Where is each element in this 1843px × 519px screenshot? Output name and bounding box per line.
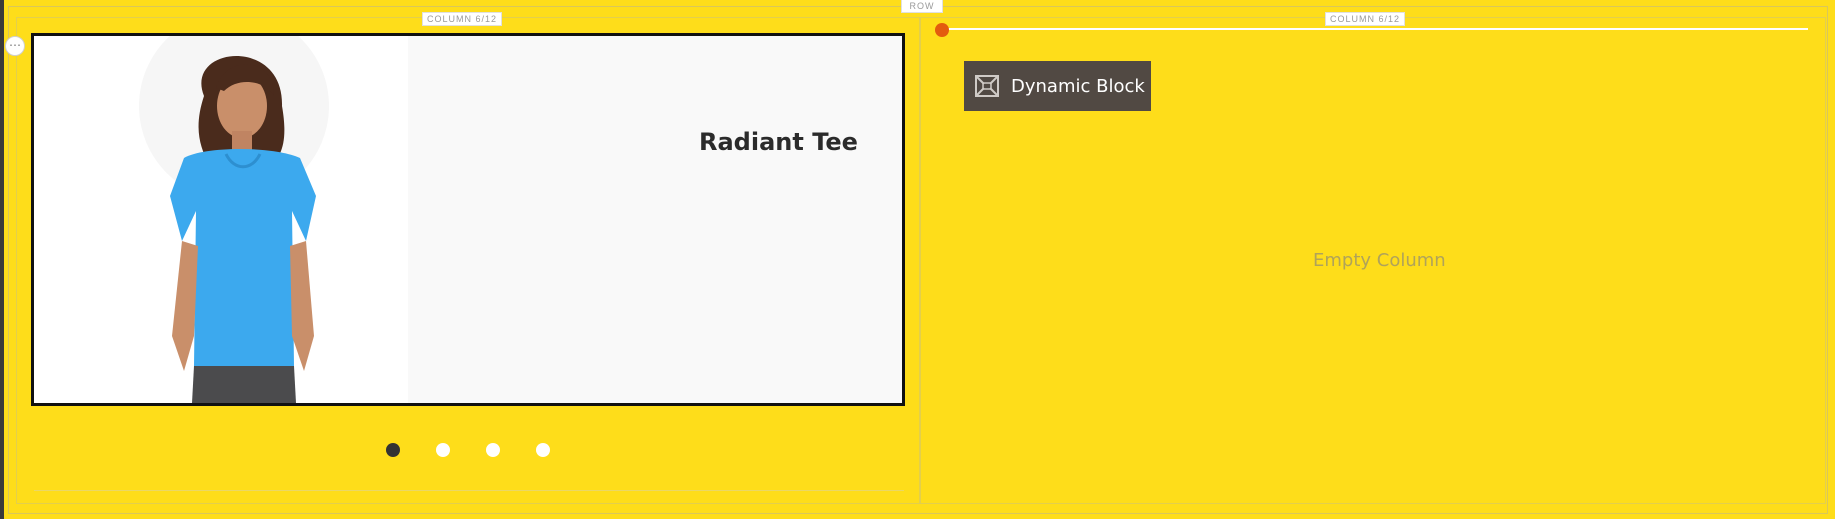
dynamic-block-button[interactable]: Dynamic Block <box>964 61 1151 111</box>
divider-line <box>34 490 904 491</box>
widget-icon <box>975 75 999 97</box>
slider-dot-2[interactable] <box>436 443 450 457</box>
slider-dot-4[interactable] <box>536 443 550 457</box>
column-resize-track[interactable] <box>940 28 1808 30</box>
slider-dot-3[interactable] <box>486 443 500 457</box>
woman-in-blue-tee-image <box>139 36 329 403</box>
slide-item[interactable]: Radiant Tee <box>31 33 905 406</box>
empty-column-placeholder: Empty Column <box>1313 250 1446 271</box>
column-resize-handle[interactable] <box>935 23 949 37</box>
page-builder-stage: ROW COLUMN 6/12 COLUMN 6/12 ⋯ Radiant Te… <box>0 0 1843 519</box>
dynamic-block-label: Dynamic Block <box>1011 75 1145 97</box>
right-edge-strip <box>1835 0 1843 519</box>
left-edge-bar <box>0 0 4 519</box>
drag-handle-icon[interactable]: ⋯ <box>5 36 25 56</box>
slider-dot-1[interactable] <box>386 443 400 457</box>
product-title: Radiant Tee <box>699 128 858 156</box>
row-label: ROW <box>901 0 943 13</box>
column-label-right: COLUMN 6/12 <box>1325 12 1406 26</box>
product-image <box>34 36 408 403</box>
column-label-left: COLUMN 6/12 <box>422 12 503 26</box>
